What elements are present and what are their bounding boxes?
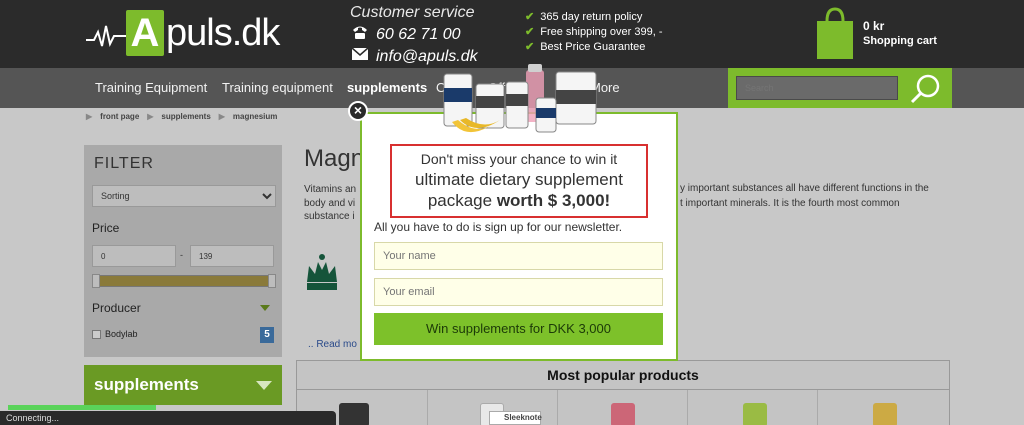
name-input[interactable]: [374, 242, 663, 270]
headline-line-1: Don't miss your chance to win it: [420, 151, 618, 167]
popup-close-button[interactable]: ×: [348, 101, 368, 121]
submit-button[interactable]: Win supplements for DKK 3,000: [374, 313, 663, 345]
email-input[interactable]: [374, 278, 663, 306]
headline-prize-value: worth $ 3,000!: [496, 191, 611, 210]
popup-headline: Don't miss your chance to win it ultimat…: [390, 144, 648, 218]
headline-line-3-text: package: [427, 191, 497, 210]
supplements-products-image: [443, 64, 597, 133]
headline-line-2: ultimate dietary supplement: [415, 170, 623, 189]
signup-instruction: All you have to do is sign up for our ne…: [374, 220, 623, 234]
headline-line-3: package worth $ 3,000!: [392, 191, 646, 211]
